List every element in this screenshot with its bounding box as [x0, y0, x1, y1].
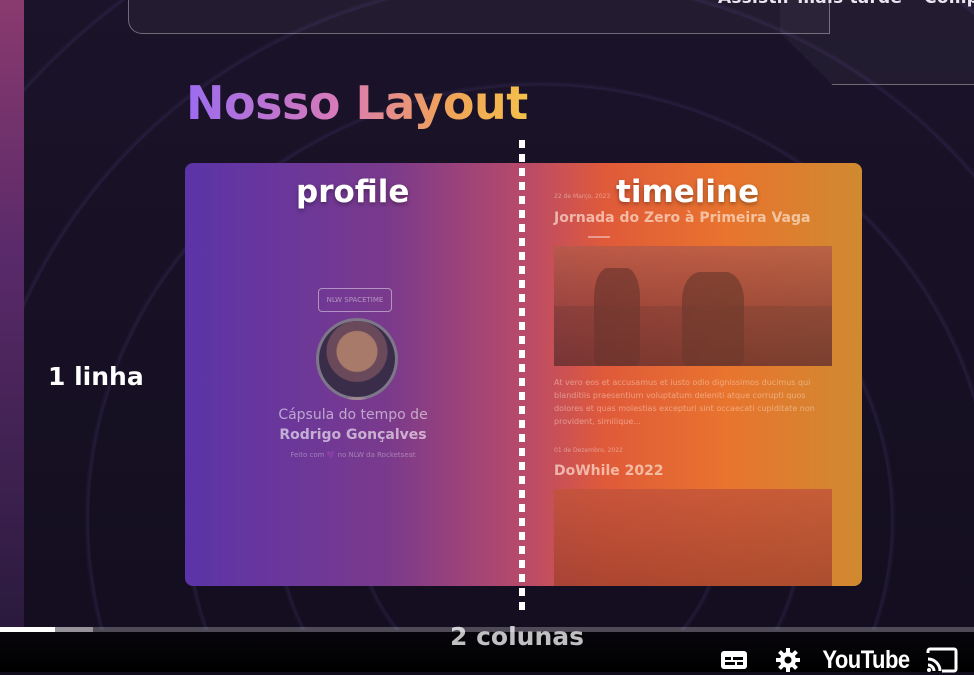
share-label: Compartilhar — [924, 0, 974, 8]
timeline-post-title: Jornada do Zero à Primeira Vaga — [554, 210, 811, 226]
timeline-post-date: 01 de Dezembro, 2022 — [554, 447, 623, 454]
sofa — [554, 306, 832, 366]
timeline-post-body: At vero eos et accusamus et iusto odio d… — [554, 378, 815, 426]
subtitles-icon[interactable] — [720, 648, 748, 672]
column-divider — [519, 140, 525, 614]
video-frame[interactable]: Assistir mais tarde Compartilhar Nosso La… — [0, 0, 974, 630]
profile-capsule-title: Cápsula do tempo de Rodrigo Gonçalves — [200, 405, 506, 445]
nlw-spacetime-logo: NLW SPACETIME — [318, 288, 392, 312]
left-edge-decoration — [0, 0, 24, 630]
timeline-post-title: DoWhile 2022 — [554, 463, 664, 479]
profile-column-label: profile — [296, 174, 410, 210]
cast-icon[interactable] — [924, 647, 960, 673]
timeline-column-label: timeline — [616, 174, 760, 210]
column-count-label: 2 colunas — [450, 622, 585, 651]
timeline-post-image — [554, 246, 832, 366]
slide-title: Nosso Layout — [186, 76, 528, 130]
capsule-line-2: Rodrigo Gonçalves — [279, 427, 427, 443]
profile-avatar — [316, 318, 398, 400]
profile-credit: Feito com 💜 no NLW da Rocketseat — [290, 451, 416, 459]
row-count-label: 1 linha — [48, 362, 144, 391]
timeline-post-image — [554, 489, 832, 586]
top-panel-extension — [780, 0, 974, 85]
timeline-post-date: 22 de Março, 2023 — [554, 193, 611, 200]
youtube-logo[interactable]: YouTube — [822, 645, 910, 674]
timeline-title-underline — [588, 236, 610, 238]
watch-later-label: Assistir mais tarde — [718, 0, 902, 8]
settings-gear-icon[interactable] — [774, 648, 802, 672]
top-buttons: Assistir mais tarde Compartilhar — [718, 0, 974, 8]
capsule-line-1: Cápsula do tempo de — [278, 407, 428, 423]
